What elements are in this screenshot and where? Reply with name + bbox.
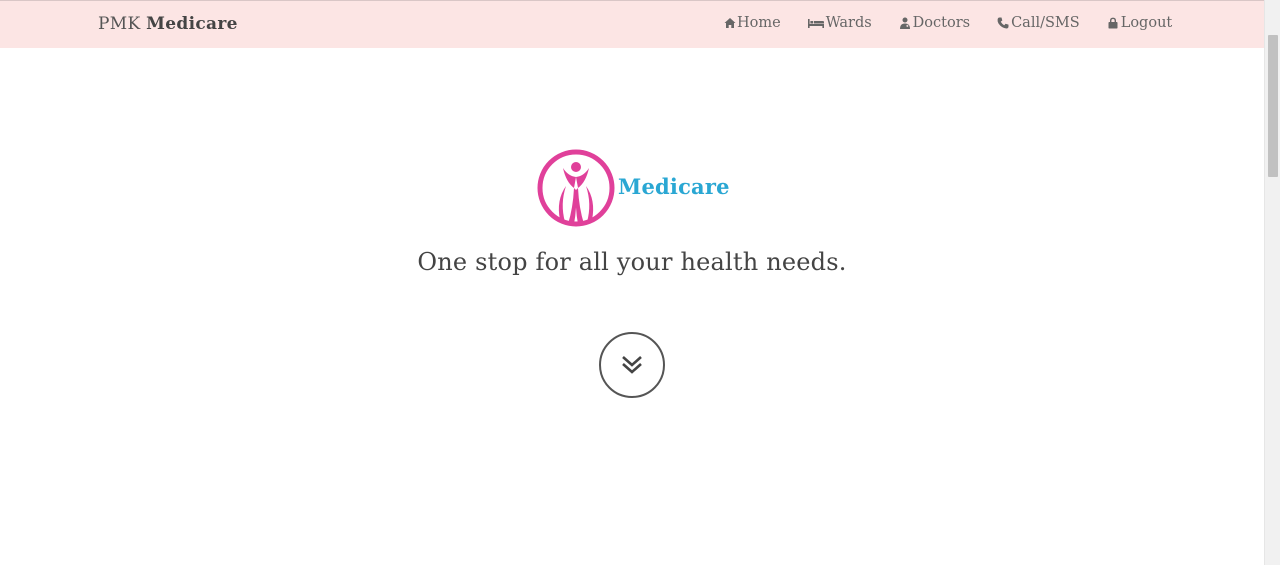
nav-item-call-sms[interactable]: Call/SMS — [997, 15, 1080, 31]
scrollbar-thumb[interactable] — [1268, 35, 1278, 177]
nav-item-label: Home — [737, 15, 781, 31]
brand-name: Medicare — [146, 14, 238, 34]
navbar: PMK Medicare Home Wards Doctors Call/SMS — [0, 0, 1264, 48]
double-chevron-down-icon — [622, 356, 642, 374]
phone-icon — [997, 17, 1009, 29]
page-scrollbar[interactable] — [1264, 0, 1280, 565]
nav-item-label: Call/SMS — [1011, 15, 1080, 31]
nav-item-home[interactable]: Home — [724, 15, 781, 31]
nav-item-doctors[interactable]: Doctors — [899, 15, 970, 31]
brand-link[interactable]: PMK Medicare — [98, 14, 238, 34]
logo-text: Medicare — [618, 174, 730, 199]
nav-menu: Home Wards Doctors Call/SMS Logout — [724, 15, 1199, 31]
nav-item-label: Logout — [1120, 15, 1173, 31]
page: PMK Medicare Home Wards Doctors Call/SMS — [0, 0, 1264, 565]
scroll-down-button[interactable] — [599, 332, 665, 398]
nav-item-label: Wards — [825, 15, 872, 31]
hero-section: Medicare One stop for all your health ne… — [0, 48, 1264, 565]
brand-prefix: PMK — [98, 14, 141, 34]
lock-icon — [1108, 17, 1118, 29]
medicare-logo-icon — [537, 149, 615, 227]
home-icon — [724, 18, 736, 28]
tagline: One stop for all your health needs. — [417, 248, 847, 276]
doctor-icon — [899, 17, 910, 29]
bed-icon — [807, 19, 824, 28]
nav-item-wards[interactable]: Wards — [807, 15, 872, 31]
nav-item-logout[interactable]: Logout — [1107, 15, 1173, 31]
nav-item-label: Doctors — [912, 15, 971, 31]
